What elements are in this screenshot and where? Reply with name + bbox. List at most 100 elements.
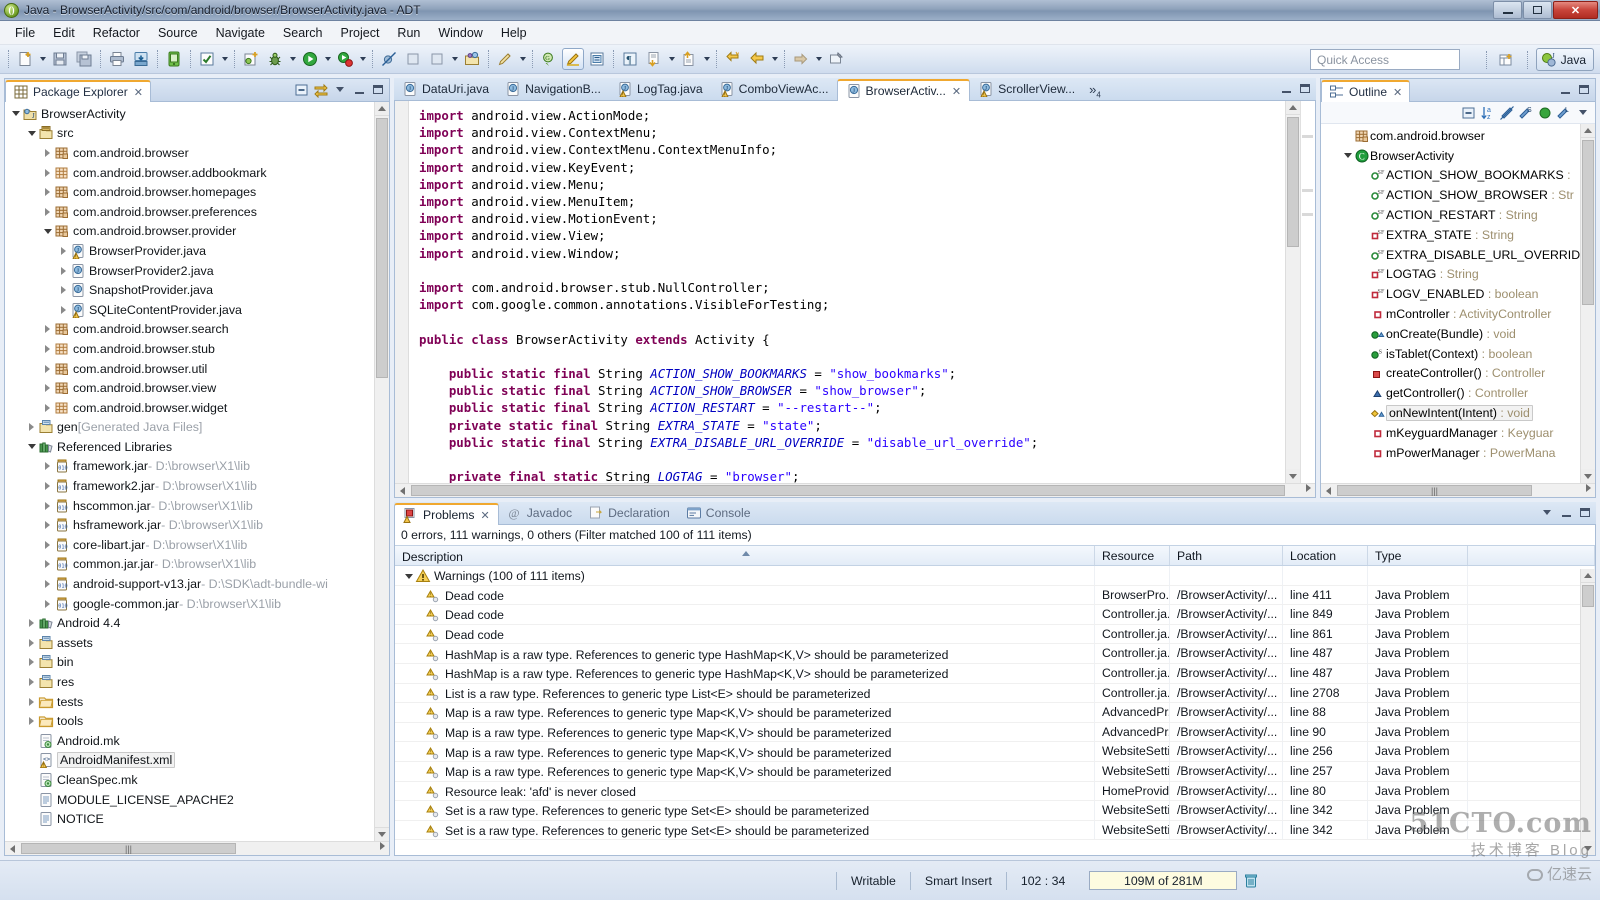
table-row[interactable]: ! HashMap is a raw type. References to ge…	[395, 644, 1595, 664]
column-header-path[interactable]: Path	[1170, 546, 1283, 565]
collapse-all-icon[interactable]	[1461, 105, 1477, 120]
open-type-button[interactable]	[461, 48, 483, 70]
chevron-down-icon[interactable]	[219, 48, 230, 70]
trash-icon[interactable]	[1241, 871, 1261, 891]
twisty-expanded-icon[interactable]	[41, 228, 54, 234]
outline-item[interactable]: createController() : Controller	[1321, 364, 1595, 384]
tree-item[interactable]: Referenced Libraries	[5, 437, 389, 457]
twisty-collapsed-icon[interactable]	[41, 560, 54, 569]
collapse-all-icon[interactable]	[294, 82, 310, 97]
table-row[interactable]: ! Map is a raw type. References to generi…	[395, 761, 1595, 782]
debug-button[interactable]	[264, 48, 286, 70]
twisty-collapsed-icon[interactable]	[57, 266, 70, 275]
outline-hscrollbar[interactable]: |||	[1321, 483, 1595, 497]
minimize-icon[interactable]	[1557, 82, 1573, 97]
twisty-expanded-icon[interactable]	[25, 130, 38, 136]
column-header-type[interactable]: Type	[1368, 546, 1468, 565]
tree-item[interactable]: J BrowserProvider2.java	[5, 261, 389, 281]
tree-item[interactable]: 010 framework.jar - D:\browser\X1\lib	[5, 457, 389, 477]
hide-non-public-icon[interactable]	[1537, 105, 1553, 120]
tree-item[interactable]: com.android.browser.preferences	[5, 202, 389, 222]
table-row[interactable]: ! Set is a raw type. References to generi…	[395, 801, 1595, 821]
package-explorer-vscrollbar[interactable]	[374, 102, 389, 841]
scrollbar-thumb[interactable]: |||	[21, 843, 236, 854]
table-row[interactable]: ! List is a raw type. References to gener…	[395, 683, 1595, 704]
chevron-down-icon[interactable]	[37, 48, 48, 70]
scrollbar-thumb[interactable]	[1582, 140, 1594, 305]
twisty-collapsed-icon[interactable]	[25, 678, 38, 687]
chevron-down-icon[interactable]	[449, 48, 460, 70]
tree-item[interactable]: 010 android-support-v13.jar - D:\SDK\adt-…	[5, 574, 389, 594]
table-row[interactable]: ! Set is a raw type. References to generi…	[395, 820, 1595, 841]
twisty-collapsed-icon[interactable]	[41, 344, 54, 353]
problems-vscrollbar[interactable]	[1580, 569, 1595, 855]
twisty-expanded-icon[interactable]	[9, 111, 22, 117]
last-edit-location-button[interactable]	[722, 48, 744, 70]
twisty-collapsed-icon[interactable]	[41, 384, 54, 393]
outline-item[interactable]: S F LOGV_ENABLED : boolean	[1321, 284, 1595, 304]
tree-item[interactable]: 010 hscommon.jar - D:\browser\X1\lib	[5, 496, 389, 516]
back-button[interactable]	[746, 48, 768, 70]
menu-file[interactable]: File	[6, 23, 44, 43]
twisty-expanded-icon[interactable]	[402, 573, 415, 579]
hide-static-icon[interactable]: S	[1518, 105, 1534, 120]
outline-item[interactable]: S F ACTION_SHOW_BOOKMARKS :	[1321, 166, 1595, 186]
table-row[interactable]: ! Dead code Controller.ja.../BrowserActivi…	[395, 605, 1595, 625]
twisty-collapsed-icon[interactable]	[57, 286, 70, 295]
menu-edit[interactable]: Edit	[44, 23, 84, 43]
outline-vscrollbar[interactable]	[1580, 124, 1595, 483]
twisty-collapsed-icon[interactable]	[25, 658, 38, 667]
outline-item[interactable]: com.android.browser	[1321, 126, 1595, 146]
new-android-project-button[interactable]	[240, 48, 262, 70]
table-row[interactable]: ! HashMap is a raw type. References to ge…	[395, 663, 1595, 684]
tree-item[interactable]: MODULE_LICENSE_APACHE2	[5, 790, 389, 810]
print-button[interactable]	[106, 48, 128, 70]
outline-item[interactable]: SisTablet(Context) : boolean	[1321, 344, 1595, 364]
run-button[interactable]	[299, 48, 321, 70]
twisty-collapsed-icon[interactable]	[25, 423, 38, 432]
twisty-collapsed-icon[interactable]	[41, 521, 54, 530]
outline-item[interactable]: mController : ActivityController	[1321, 304, 1595, 324]
minimize-icon[interactable]	[351, 82, 367, 97]
scrollbar-thumb[interactable]	[376, 118, 388, 378]
twisty-collapsed-icon[interactable]	[41, 364, 54, 373]
outline-item[interactable]: onNewIntent(Intent) : void	[1321, 403, 1595, 423]
tree-item[interactable]: tests	[5, 692, 389, 712]
scrollbar-thumb[interactable]	[1582, 585, 1594, 607]
twisty-collapsed-icon[interactable]	[41, 599, 54, 608]
table-row[interactable]: ! Dead code BrowserPro.../BrowserActivity/…	[395, 585, 1595, 606]
table-row[interactable]: ! Resource leak: 'afd' is never closed Hom…	[395, 781, 1595, 802]
outline-item[interactable]: mPowerManager : PowerMana	[1321, 443, 1595, 463]
menu-run[interactable]: Run	[388, 23, 429, 43]
chevron-down-icon[interactable]	[357, 48, 368, 70]
twisty-collapsed-icon[interactable]	[41, 207, 54, 216]
tree-item[interactable]: 010 common.jar.jar - D:\browser\X1\lib	[5, 555, 389, 575]
problems-panel-tab[interactable]: @ Javadoc	[499, 502, 580, 524]
menu-project[interactable]: Project	[332, 23, 389, 43]
outline-item[interactable]: S F EXTRA_STATE : String	[1321, 225, 1595, 245]
tree-item[interactable]: J! SQLiteContentProvider.java	[5, 300, 389, 320]
tree-item[interactable]: com.android.browser.view	[5, 378, 389, 398]
pin-editor-button[interactable]	[825, 48, 847, 70]
chevron-down-icon[interactable]	[322, 48, 333, 70]
chevron-down-icon[interactable]	[769, 48, 780, 70]
tree-item[interactable]: com.android.browser.provider	[5, 222, 389, 242]
outline-item[interactable]: S F EXTRA_DISABLE_URL_OVERRIDI	[1321, 245, 1595, 265]
editor-annotation-ruler[interactable]	[395, 101, 409, 497]
perspective-java-button[interactable]: J Java	[1535, 48, 1594, 71]
tree-item[interactable]: 010 google-common.jar - D:\browser\X1\lib	[5, 594, 389, 614]
editor-hscrollbar[interactable]	[395, 483, 1315, 497]
toggle-block-selection-button[interactable]	[586, 48, 608, 70]
view-menu-icon[interactable]	[332, 82, 348, 97]
twisty-expanded-icon[interactable]	[25, 444, 38, 450]
maximize-icon[interactable]	[370, 82, 386, 97]
tree-item[interactable]: com.android.browser.addbookmark	[5, 163, 389, 183]
editor-tab[interactable]: J! ScrollerView...	[970, 78, 1083, 100]
problems-panel-tab[interactable]: Problems ✕	[394, 503, 499, 525]
sort-icon[interactable]: az	[1480, 105, 1496, 121]
tree-item[interactable]: J BrowserActivity	[5, 104, 389, 124]
scrollbar-thumb[interactable]	[411, 485, 1285, 496]
scrollbar-thumb[interactable]	[1287, 117, 1299, 247]
scrollbar-thumb[interactable]: |||	[1337, 485, 1532, 496]
toggle-mark-occurrences-button[interactable]	[562, 48, 584, 70]
